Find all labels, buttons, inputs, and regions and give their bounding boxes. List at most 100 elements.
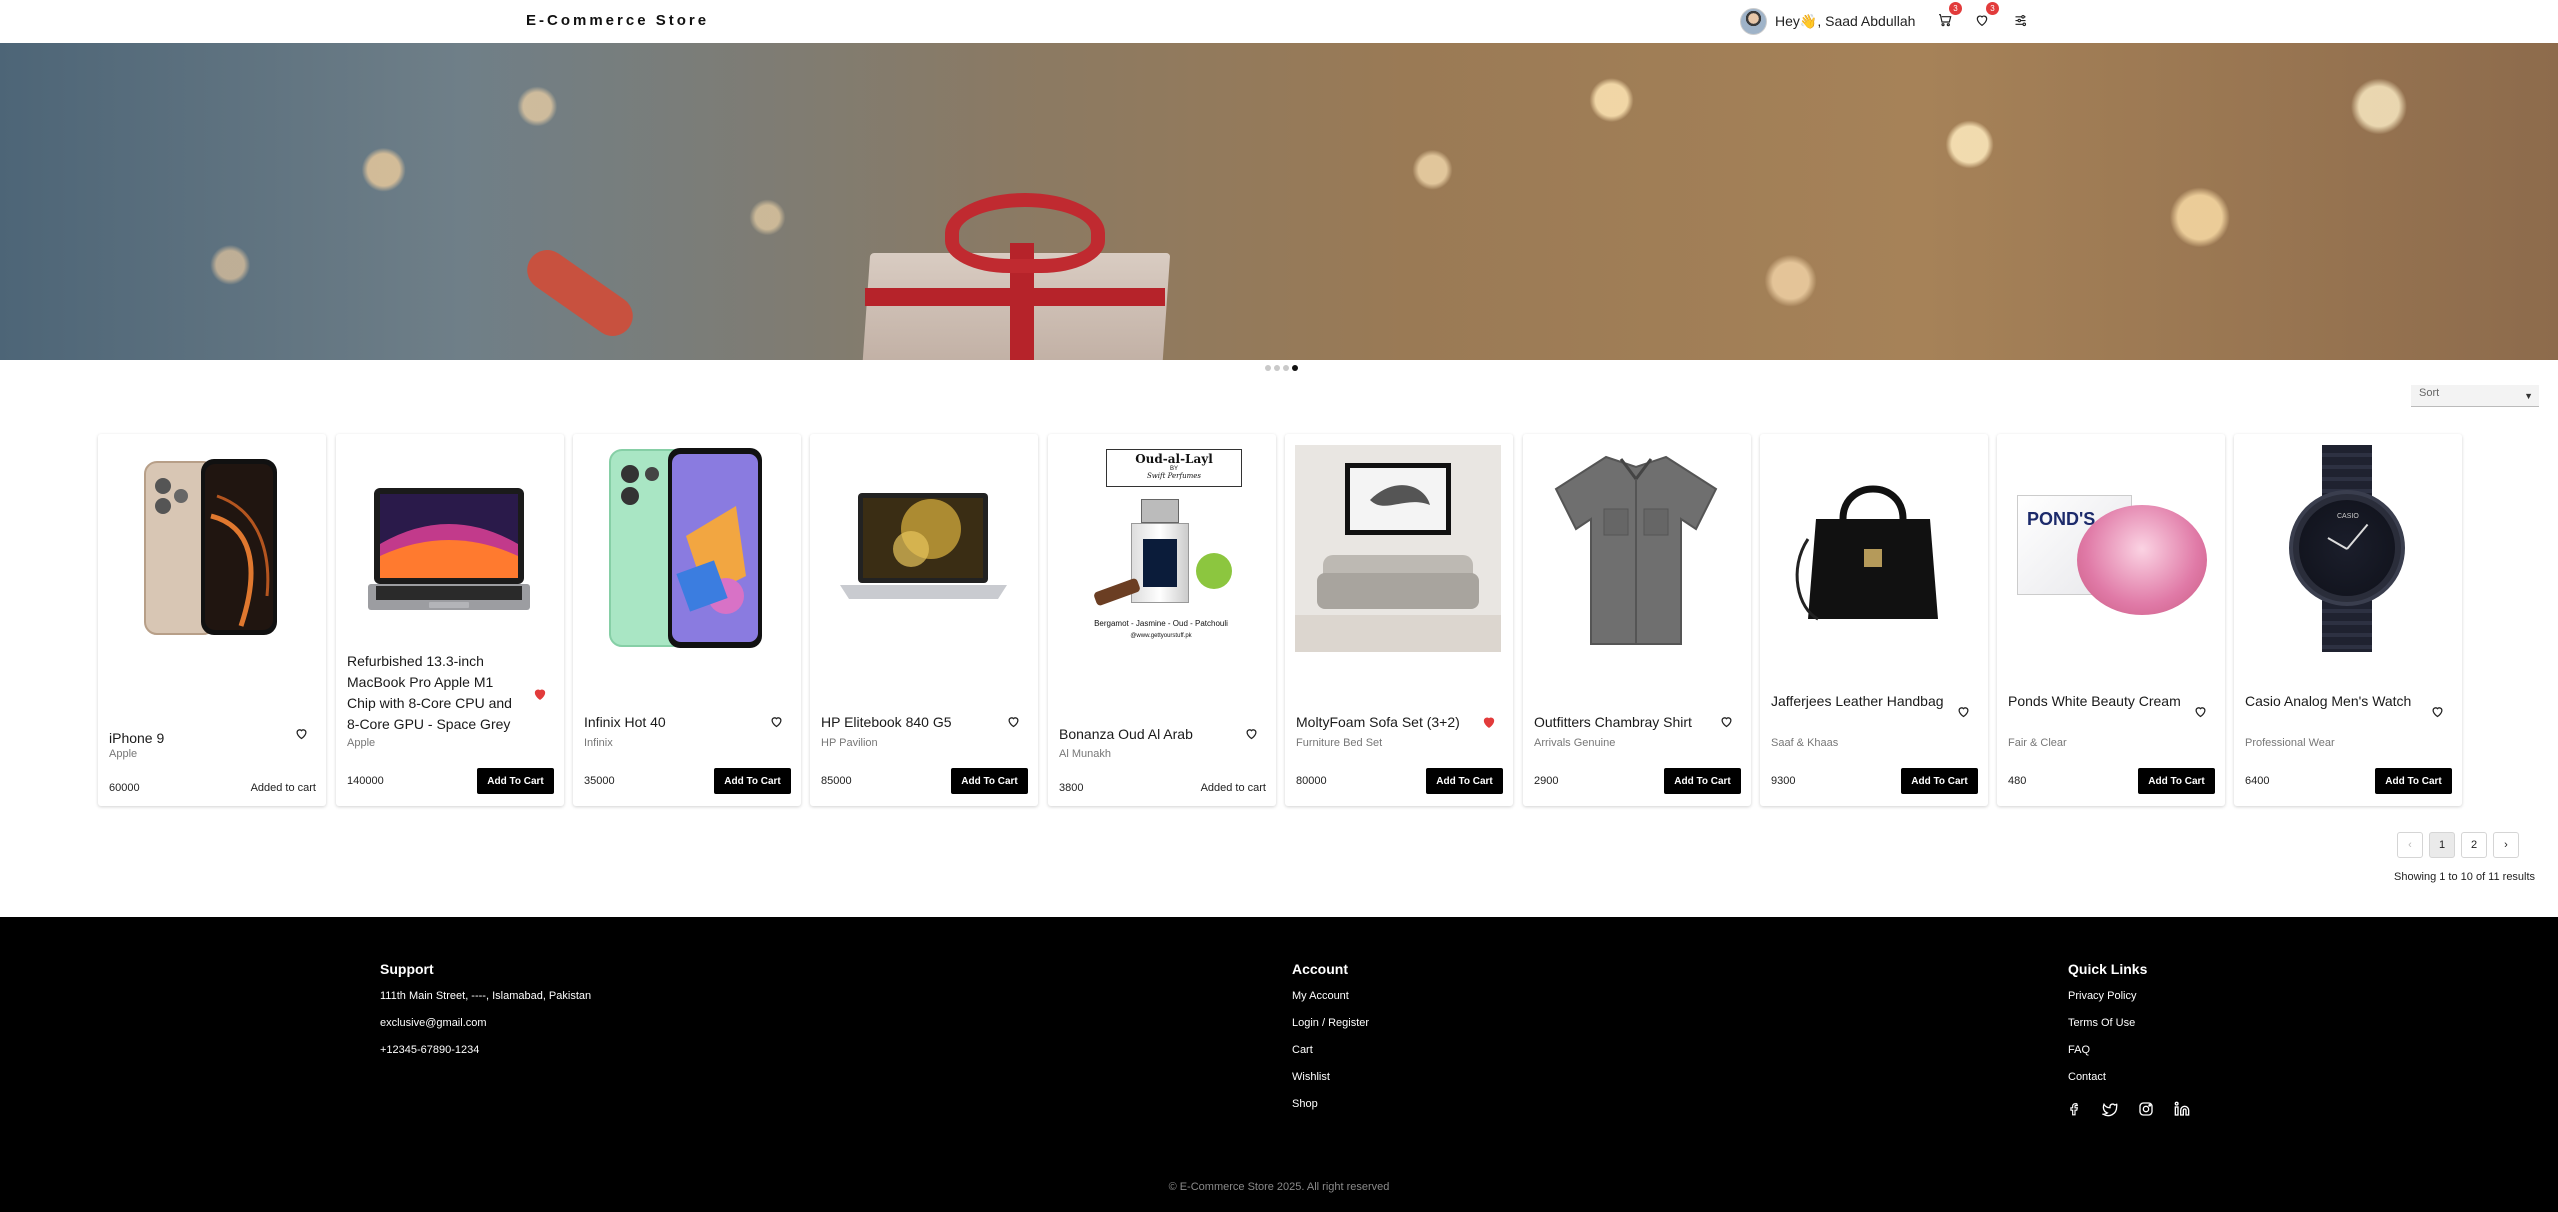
heart-icon: [771, 717, 782, 728]
footer-account: Account My Account Login / Register Cart…: [1292, 961, 1369, 1124]
add-to-cart-button[interactable]: Add To Cart: [951, 768, 1028, 794]
twitter-icon[interactable]: [2102, 1101, 2118, 1117]
product-name[interactable]: Ponds White Beauty Cream: [2008, 691, 2185, 712]
product-brand: Apple: [347, 737, 376, 749]
product-price: 2900: [1534, 775, 1559, 787]
product-name[interactable]: Outfitters Chambray Shirt: [1534, 712, 1711, 733]
product-card[interactable]: HP Elitebook 840 G5 HP Pavilion Add To C…: [810, 434, 1038, 806]
wishlist-toggle[interactable]: [2193, 704, 2209, 720]
product-image[interactable]: [1295, 445, 1501, 652]
product-brand: Furniture Bed Set: [1296, 737, 1383, 749]
product-price: 9300: [1771, 775, 1796, 787]
wishlist-toggle[interactable]: [294, 726, 310, 742]
footer-email[interactable]: exclusive@gmail.com: [380, 1016, 591, 1043]
social-links: [2068, 1101, 2190, 1117]
next-page-button[interactable]: ›: [2493, 832, 2519, 858]
product-price: 480: [2008, 775, 2027, 787]
product-image[interactable]: [583, 445, 789, 652]
heart-filled-icon: [1483, 717, 1495, 728]
product-name[interactable]: HP Elitebook 840 G5: [821, 712, 998, 733]
user-greeting: Hey👋, Saad Abdullah: [1775, 12, 1916, 29]
product-name[interactable]: MoltyFoam Sofa Set (3+2): [1296, 712, 1473, 733]
add-to-cart-button[interactable]: Add To Cart: [2138, 768, 2215, 794]
banner-cart-handle: [519, 242, 641, 344]
footer-link-shop[interactable]: Shop: [1292, 1097, 1369, 1124]
carousel-dot[interactable]: [1283, 365, 1289, 371]
facebook-icon[interactable]: [2068, 1101, 2082, 1117]
footer-link-privacy[interactable]: Privacy Policy: [2068, 989, 2190, 1016]
product-price: 85000: [821, 775, 852, 787]
product-image[interactable]: POND'S: [2007, 445, 2213, 652]
product-image[interactable]: [820, 445, 1026, 652]
product-image[interactable]: Oud-al-Layl BY Swift Perfumes Bergamot -…: [1058, 445, 1264, 652]
page-button-2[interactable]: 2: [2461, 832, 2487, 858]
product-name[interactable]: Bonanza Oud Al Arab: [1059, 724, 1236, 745]
hero-banner[interactable]: [0, 43, 2558, 360]
carousel-dot[interactable]: [1265, 365, 1271, 371]
product-card[interactable]: MoltyFoam Sofa Set (3+2) Furniture Bed S…: [1285, 434, 1513, 806]
product-image[interactable]: [1533, 445, 1739, 652]
wishlist-toggle[interactable]: [1481, 714, 1497, 730]
product-card[interactable]: POND'S Ponds White Beauty Cream Fair & C…: [1997, 434, 2225, 806]
heart-icon: [1246, 729, 1257, 740]
settings-button[interactable]: [2009, 9, 2031, 31]
product-price: 3800: [1059, 782, 1084, 794]
sort-select[interactable]: Sort ▼: [2411, 385, 2539, 407]
add-to-cart-button[interactable]: Add To Cart: [2375, 768, 2452, 794]
product-card[interactable]: Outfitters Chambray Shirt Arrivals Genui…: [1523, 434, 1751, 806]
cart-button[interactable]: 3: [1934, 2, 1962, 31]
wishlist-toggle[interactable]: [1956, 704, 1972, 720]
wishlist-toggle[interactable]: [1244, 726, 1260, 742]
footer-link-terms[interactable]: Terms Of Use: [2068, 1016, 2190, 1043]
footer-link-login[interactable]: Login / Register: [1292, 1016, 1369, 1043]
add-to-cart-button[interactable]: Add To Cart: [714, 768, 791, 794]
add-to-cart-button[interactable]: Add To Cart: [1664, 768, 1741, 794]
product-card[interactable]: Oud-al-Layl BY Swift Perfumes Bergamot -…: [1048, 434, 1276, 806]
page-button-1[interactable]: 1: [2429, 832, 2455, 858]
product-name[interactable]: Infinix Hot 40: [584, 712, 761, 733]
wishlist-toggle[interactable]: [1006, 714, 1022, 730]
product-name[interactable]: Jafferjees Leather Handbag: [1771, 691, 1948, 712]
carousel-dot[interactable]: [1274, 365, 1280, 371]
instagram-icon[interactable]: [2138, 1101, 2154, 1117]
carousel-dot-active[interactable]: [1292, 365, 1298, 371]
add-to-cart-button[interactable]: Add To Cart: [1901, 768, 1978, 794]
footer-heading: Account: [1292, 961, 1348, 977]
add-to-cart-button[interactable]: Add To Cart: [477, 768, 554, 794]
sort-label: Sort: [2419, 387, 2440, 399]
user-menu[interactable]: Hey👋, Saad Abdullah: [1740, 7, 1915, 35]
product-card[interactable]: Infinix Hot 40 Infinix Add To Cart 35000: [573, 434, 801, 806]
sliders-icon: [2015, 14, 2026, 26]
footer-link-my-account[interactable]: My Account: [1292, 989, 1369, 1016]
avatar[interactable]: [1740, 7, 1767, 35]
wishlist-toggle[interactable]: [1719, 714, 1735, 730]
added-to-cart-status: Added to cart: [250, 782, 316, 794]
prev-page-button[interactable]: ‹: [2397, 832, 2423, 858]
banner-bow: [945, 193, 1105, 273]
footer-link-cart[interactable]: Cart: [1292, 1043, 1369, 1070]
product-card[interactable]: Refurbished 13.3-inch MacBook Pro Apple …: [336, 434, 564, 806]
product-name[interactable]: Refurbished 13.3-inch MacBook Pro Apple …: [347, 651, 524, 735]
linkedin-icon[interactable]: [2174, 1101, 2190, 1117]
footer-link-wishlist[interactable]: Wishlist: [1292, 1070, 1369, 1097]
product-image[interactable]: [108, 445, 314, 652]
store-logo[interactable]: E-Commerce Store: [526, 12, 709, 29]
product-name[interactable]: Casio Analog Men's Watch: [2245, 691, 2422, 712]
product-image[interactable]: [346, 445, 552, 652]
product-name[interactable]: iPhone 9: [109, 728, 286, 749]
add-to-cart-button[interactable]: Add To Cart: [1426, 768, 1503, 794]
product-card[interactable]: Jafferjees Leather Handbag Saaf & Khaas …: [1760, 434, 1988, 806]
product-brand: Professional Wear: [2245, 737, 2335, 749]
wishlist-button[interactable]: 3: [1971, 2, 1999, 31]
product-image[interactable]: [1770, 445, 1976, 652]
product-card[interactable]: iPhone 9 Apple 60000 Added to cart: [98, 434, 326, 806]
footer-link-contact[interactable]: Contact: [2068, 1070, 2190, 1097]
wishlist-toggle[interactable]: [2430, 704, 2446, 720]
footer-link-faq[interactable]: FAQ: [2068, 1043, 2190, 1070]
footer-phone[interactable]: +12345-67890-1234: [380, 1043, 591, 1070]
wishlist-toggle[interactable]: [769, 714, 785, 730]
wishlist-count-badge: 3: [1986, 2, 1999, 15]
product-image[interactable]: CASIO: [2244, 445, 2450, 652]
product-card[interactable]: CASIO Casio Analog Men's Watch Professio…: [2234, 434, 2462, 806]
wishlist-toggle[interactable]: [532, 686, 548, 702]
